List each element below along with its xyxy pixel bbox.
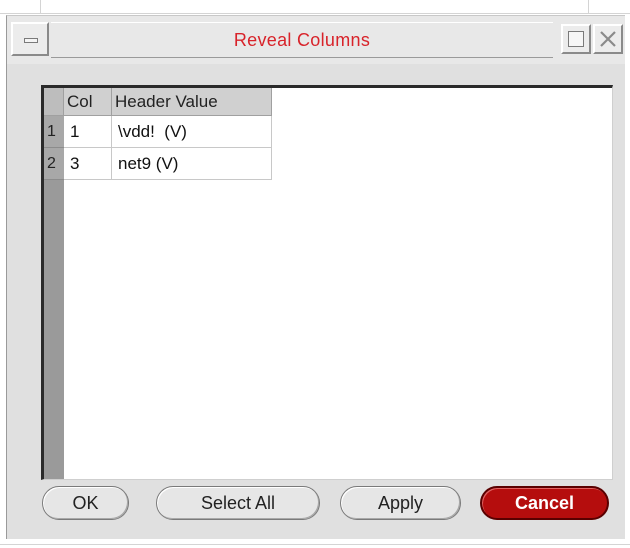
background-line <box>0 544 630 545</box>
ok-button[interactable]: OK <box>42 486 129 520</box>
ok-button-label: OK <box>72 492 99 513</box>
cancel-button-label: Cancel <box>514 492 575 513</box>
window-title: Reveal Columns <box>233 29 371 50</box>
column-header-value[interactable]: Header Value <box>112 88 272 116</box>
background-line <box>40 0 41 14</box>
background-line <box>588 0 589 14</box>
columns-table[interactable]: Col Header Value 1 1 \vdd! (V) 2 3 net9 … <box>41 85 613 480</box>
table-cell-col[interactable]: 1 <box>64 116 112 148</box>
select-all-button-label: Select All <box>200 492 276 513</box>
window-menu-icon[interactable] <box>11 22 49 56</box>
row-number[interactable]: 2 <box>44 148 64 180</box>
maximize-icon[interactable] <box>561 24 591 54</box>
close-icon[interactable] <box>593 24 623 54</box>
table-cell-header-value[interactable]: net9 (V) <box>112 148 272 180</box>
select-all-button[interactable]: Select All <box>156 486 320 520</box>
reveal-columns-dialog: Reveal Columns Col Header Value 1 1 \vdd… <box>6 15 625 539</box>
table-cell-header-value[interactable]: \vdd! (V) <box>112 116 272 148</box>
title-area[interactable]: Reveal Columns <box>51 22 553 58</box>
apply-button[interactable]: Apply <box>340 486 461 520</box>
background-line <box>0 13 630 14</box>
table-corner[interactable] <box>44 88 64 116</box>
apply-button-label: Apply <box>377 492 424 513</box>
title-bar[interactable]: Reveal Columns <box>7 16 625 64</box>
table-cell-col[interactable]: 3 <box>64 148 112 180</box>
cancel-button[interactable]: Cancel <box>480 486 609 520</box>
column-header-col[interactable]: Col <box>64 88 112 116</box>
row-number[interactable]: 1 <box>44 116 64 148</box>
